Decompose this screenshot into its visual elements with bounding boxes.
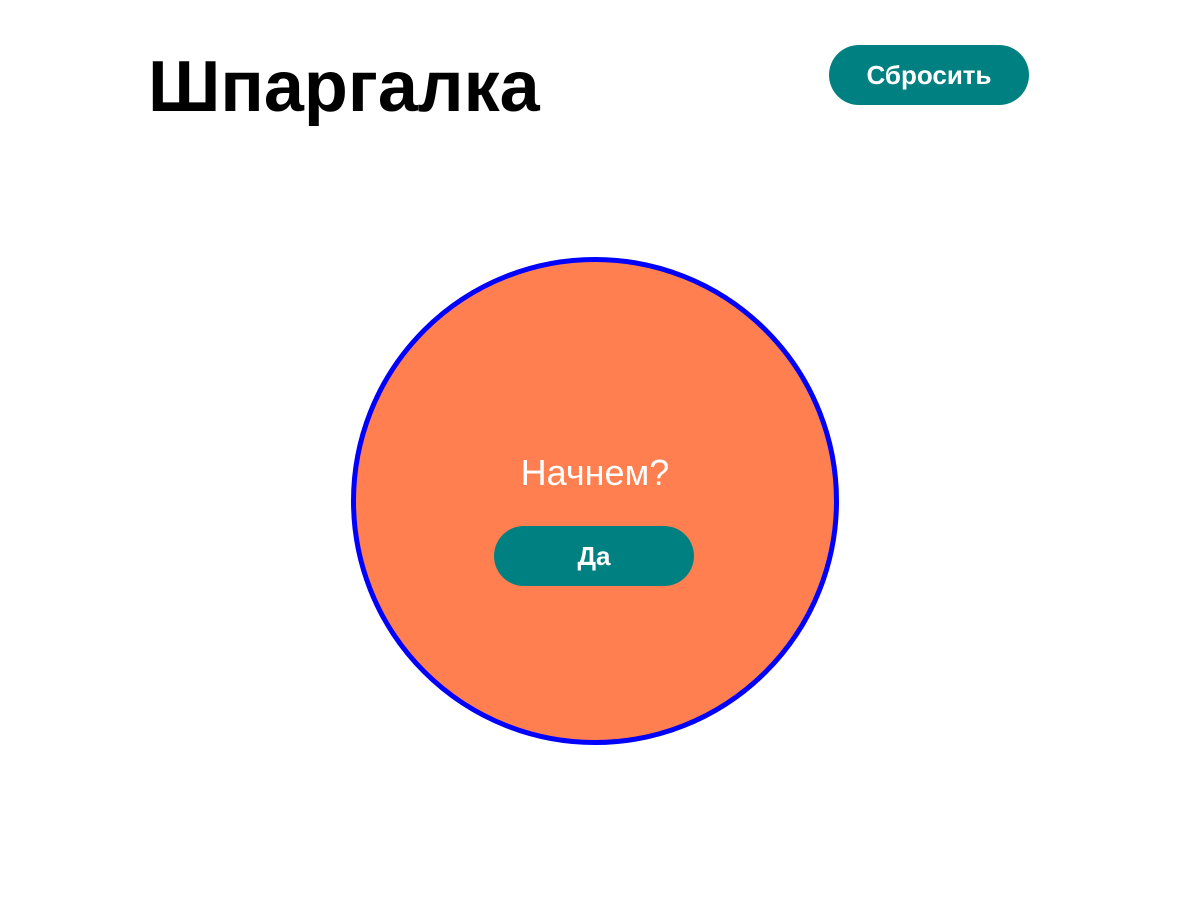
reset-button[interactable]: Сбросить: [829, 45, 1029, 105]
yes-button[interactable]: Да: [494, 526, 694, 586]
start-circle: Начнем? Да: [351, 257, 839, 745]
start-prompt: Начнем?: [520, 452, 670, 493]
page: Шпаргалка Сбросить Начнем? Да: [0, 0, 1191, 908]
page-title: Шпаргалка: [148, 47, 540, 127]
